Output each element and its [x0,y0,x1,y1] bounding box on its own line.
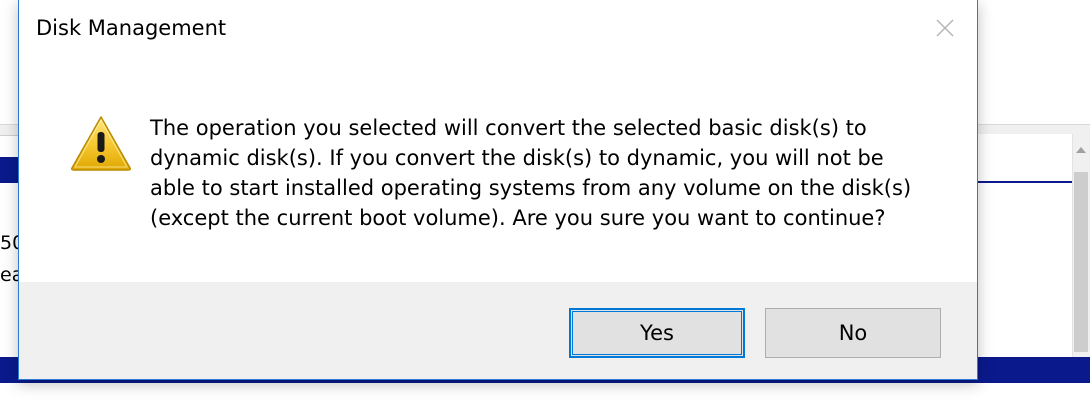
message-line: dynamic disk(s). If you convert the disk… [150,146,884,170]
confirmation-dialog: Disk Management The operation you select… [18,0,978,380]
scroll-up-icon[interactable] [1076,147,1086,153]
message-line: The operation you selected will convert … [150,116,867,140]
yes-button[interactable]: Yes [569,308,745,358]
dialog-title: Disk Management [36,16,227,40]
no-button[interactable]: No [765,308,941,358]
message-line: able to start installed operating system… [150,176,912,200]
background-bottom-area [0,383,1090,400]
close-icon [936,19,954,37]
background-disk-header-right [978,181,1072,183]
background-panel [978,134,1072,357]
warning-icon [69,114,133,172]
dialog-button-bar: Yes No [19,282,977,379]
dialog-message: The operation you selected will convert … [150,113,930,233]
scrollbar-thumb[interactable] [1074,172,1088,352]
message-line: (except the current boot volume). Are yo… [150,206,886,230]
close-button[interactable] [925,8,965,48]
